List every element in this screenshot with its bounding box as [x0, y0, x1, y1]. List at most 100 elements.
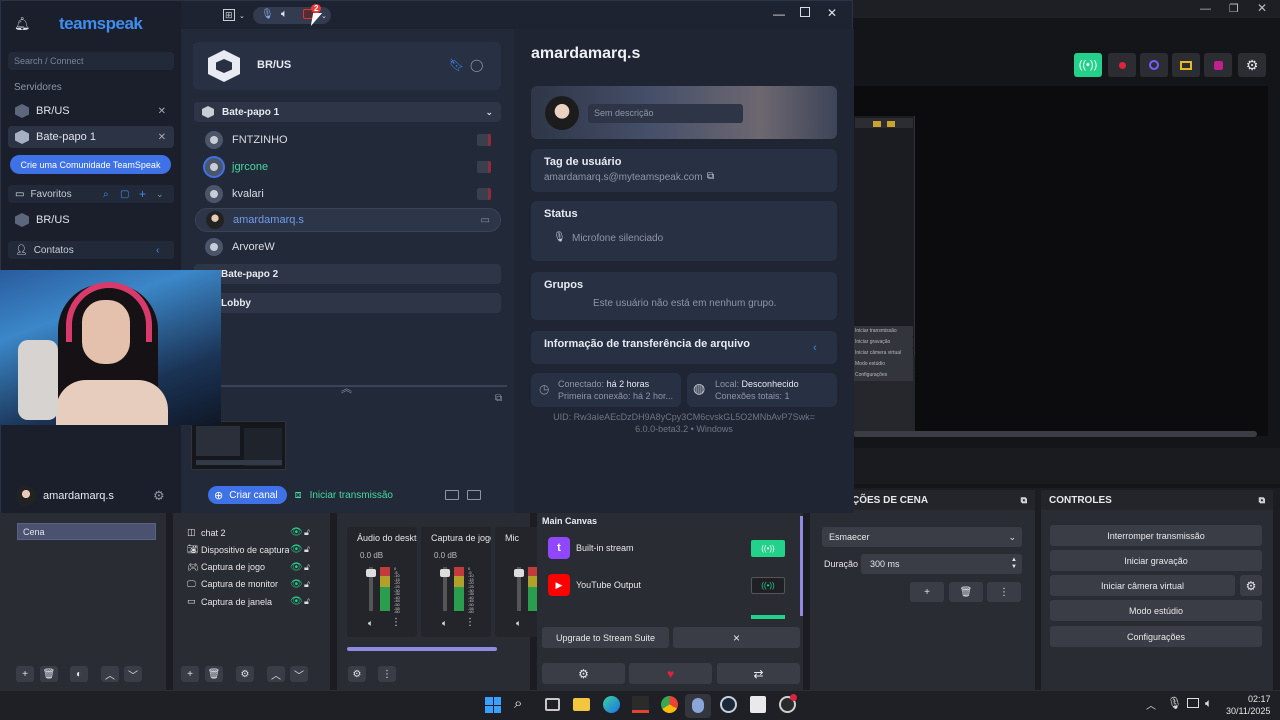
virtual-camera-button[interactable]: Iniciar câmera virtual	[1050, 575, 1235, 596]
source-item[interactable]: ◫ chat 2 👁︎ 🔓︎	[187, 525, 328, 540]
server-item-brus[interactable]: BR/US ✕	[8, 100, 174, 122]
layout-icon[interactable]: ⊞	[223, 9, 235, 21]
virtual-camera-icon[interactable]	[1140, 53, 1168, 77]
output-row-youtube[interactable]: ▶ YouTube Output ((•))	[537, 571, 799, 599]
user-amardamarq-selected[interactable]: amardamarq.s ▭	[195, 208, 501, 232]
scene-item[interactable]: Cena	[17, 523, 156, 540]
delete-source-icon[interactable]: 🗑	[205, 666, 223, 682]
speaker-icon[interactable]: 🔈︎	[442, 618, 447, 629]
source-item[interactable]: 🖵 Captura de monitor 👁︎ 🔓︎	[187, 577, 328, 592]
search-icon[interactable]: ⌕	[103, 189, 109, 200]
chevron-up-icon[interactable]: ︿	[1146, 697, 1156, 712]
duration-input[interactable]: 300 ms ▲ ▼	[861, 554, 1022, 574]
create-community-button[interactable]: Crie uma Comunidade TeamSpeak	[10, 155, 171, 174]
settings-button[interactable]: Configurações	[1050, 626, 1262, 647]
mixer-more-icon[interactable]: ⋮	[378, 666, 396, 682]
maximize-icon[interactable]	[800, 7, 810, 17]
search-icon[interactable]: ⌕	[514, 695, 522, 712]
settings-gear-icon[interactable]: ⚙	[1238, 53, 1266, 77]
search-input[interactable]: Search / Connect	[8, 52, 174, 70]
close-upgrade-button[interactable]: ×	[673, 627, 800, 648]
create-channel-button[interactable]: ⊕ Criar canal	[208, 486, 287, 504]
lock-icon[interactable]: 🔓︎	[304, 527, 310, 538]
steam-icon[interactable]	[720, 696, 737, 713]
virtual-camera-settings-icon[interactable]: ⚙	[1240, 575, 1262, 596]
mixer-settings-icon[interactable]: ⚙	[348, 666, 366, 682]
clock-date[interactable]: 30/11/2025	[1226, 706, 1270, 716]
channel-bate-papo-1[interactable]: Bate-papo 1 ⌄	[194, 102, 501, 122]
output-active-toggle[interactable]: ((•))	[751, 539, 785, 557]
spinner-icon[interactable]: ▲ ▼	[1011, 557, 1017, 571]
move-down-icon[interactable]: ﹀	[124, 666, 142, 682]
transition-select[interactable]: Esmaecer ⌄	[822, 527, 1022, 547]
undock-icon[interactable]: ⧉	[1259, 495, 1265, 506]
more-icon[interactable]: ⋮	[465, 617, 475, 628]
chevron-down-icon[interactable]: ⌄	[239, 12, 245, 20]
chevron-left-icon[interactable]: ‹	[156, 245, 159, 256]
source-up-icon[interactable]: ︿	[267, 666, 285, 682]
windows-start-icon[interactable]	[485, 697, 501, 713]
collapse-icon[interactable]: ︽	[341, 380, 352, 396]
favorite-item[interactable]: BR/US	[8, 209, 174, 231]
popout-icon[interactable]: ⧉	[495, 393, 502, 404]
lock-icon[interactable]: 🔓︎	[304, 562, 310, 573]
undock-icon[interactable]: ⧉	[1021, 495, 1027, 506]
record-icon[interactable]	[1108, 53, 1136, 77]
mixer-scrollbar[interactable]	[347, 647, 497, 651]
volume-icon[interactable]: 🔈︎	[1205, 696, 1212, 711]
channel-bate-papo-2[interactable]: Bate-papo 2	[194, 264, 501, 284]
source-item[interactable]: ▭ Captura de janela 👁︎ 🔓︎	[187, 594, 328, 609]
source-item[interactable]: 📷︎ Dispositivo de captura c 👁︎ 🔓︎	[187, 542, 328, 557]
minimize-icon[interactable]: —	[1200, 3, 1211, 15]
volume-slider[interactable]	[366, 567, 376, 611]
switch-icon[interactable]: ⇄	[717, 663, 800, 684]
pen-app-icon[interactable]	[750, 696, 766, 713]
close-server-icon[interactable]: ✕	[158, 106, 166, 117]
chat-icon[interactable]: ◯	[470, 58, 483, 72]
speaker-icon[interactable]: 🔈︎	[516, 618, 521, 629]
file-explorer-icon[interactable]	[573, 698, 590, 711]
speaker-icon[interactable]: 🔈︎	[281, 8, 288, 21]
source-item[interactable]: 🎮︎ Captura de jogo 👁︎ 🔓︎	[187, 560, 328, 575]
source-down-icon[interactable]: ﹀	[290, 666, 308, 682]
description-input[interactable]: Sem descrição	[588, 104, 743, 123]
display-icon[interactable]	[1187, 698, 1199, 708]
start-recording-button[interactable]: Iniciar gravação	[1050, 550, 1262, 571]
app-icon[interactable]	[632, 696, 649, 713]
edge-icon[interactable]	[603, 696, 620, 713]
source-settings-icon[interactable]: ⚙	[236, 666, 254, 682]
replay-icon[interactable]	[1204, 53, 1232, 77]
outputs-settings-icon[interactable]: ⚙	[542, 663, 625, 684]
preview-scrollbar[interactable]	[853, 431, 1257, 437]
chrome-icon[interactable]	[661, 696, 678, 713]
start-stream-button[interactable]: ⧈ Iniciar transmissão	[295, 489, 393, 502]
upgrade-button[interactable]: Upgrade to Stream Suite	[542, 627, 669, 648]
volume-slider[interactable]	[440, 567, 450, 611]
delete-scene-icon[interactable]: 🗑	[40, 666, 58, 682]
gear-icon[interactable]: ⚙	[153, 488, 165, 504]
user-fntzinho[interactable]: FNTZINHO	[195, 128, 501, 152]
move-up-icon[interactable]: ︿	[101, 666, 119, 682]
folder-icon[interactable]: ▢	[120, 189, 129, 200]
stop-stream-button[interactable]: Interromper transmissão	[1050, 525, 1262, 546]
outputs-scrollbar[interactable]	[800, 516, 803, 616]
mic-muted-icon[interactable]: 🎙︎	[261, 9, 274, 20]
contacts-header[interactable]: 👤︎ Contatos ‹	[8, 241, 174, 259]
visibility-eye-icon[interactable]: 👁︎	[290, 544, 303, 555]
chevron-down-icon[interactable]: ⌄	[156, 189, 164, 200]
bookmark-icon[interactable]: 🔖︎	[449, 58, 464, 72]
user-arvorew[interactable]: ArvoreW	[195, 235, 501, 259]
stream-icon-1[interactable]	[445, 490, 459, 500]
visibility-eye-icon[interactable]: 👁︎	[290, 527, 303, 538]
output-toggle[interactable]: ((•))	[751, 576, 785, 594]
server-item-batepapo[interactable]: Bate-papo 1 ✕	[8, 126, 174, 148]
more-icon[interactable]: ⋮	[391, 617, 401, 628]
me-bar[interactable]: amardamarq.s ⚙	[1, 481, 181, 511]
task-view-icon[interactable]	[545, 698, 560, 711]
notification-bell-icon[interactable]: 🔔︎	[14, 16, 31, 32]
user-kvalari[interactable]: kvalari	[195, 182, 501, 206]
add-transition-button[interactable]: +	[910, 582, 944, 602]
visibility-eye-icon[interactable]: 👁︎	[290, 579, 303, 590]
output-row-twitch[interactable]: t Built-in stream ((•))	[537, 534, 799, 562]
close-icon[interactable]: ✕	[1257, 1, 1267, 15]
